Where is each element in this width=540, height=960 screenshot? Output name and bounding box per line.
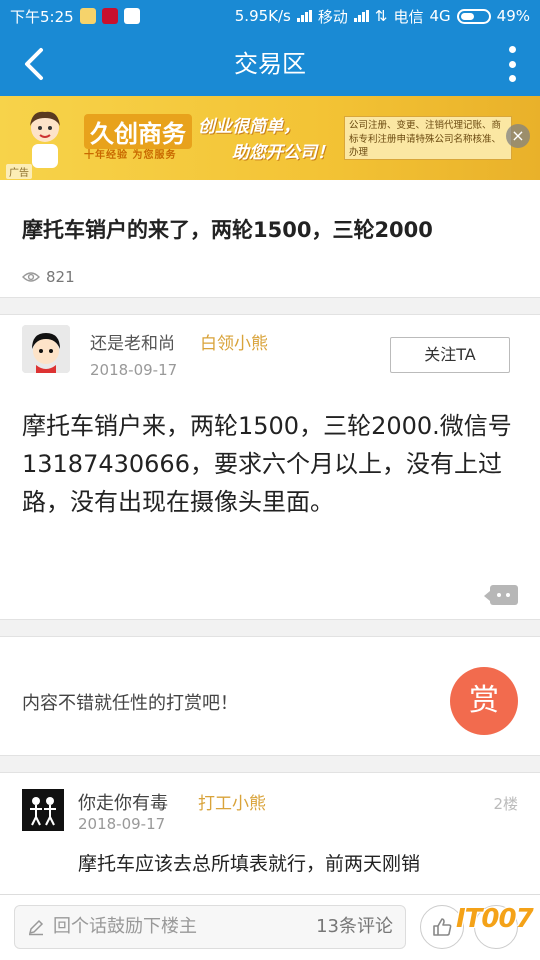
- ad-slogan-line2: 助您开公司！: [232, 143, 334, 163]
- reply-date: 2018-09-17: [78, 815, 166, 833]
- more-dot-icon: [508, 75, 516, 82]
- network-speed: 5.95K/s: [234, 7, 291, 25]
- page-title: 交易区: [234, 50, 306, 78]
- author-name[interactable]: 还是老和尚: [90, 329, 175, 354]
- ad-brand-subtitle: 十年经验 为您服务: [84, 150, 177, 161]
- battery-percent: 49%: [496, 7, 530, 25]
- pencil-icon: [28, 919, 44, 936]
- follow-button[interactable]: 关注TA: [390, 337, 510, 373]
- comment-count[interactable]: 13条评论: [316, 906, 393, 948]
- ad-info-text: 公司注册、变更、注销代理记账、商标专利注册申请特殊公司名称核准、办理: [344, 116, 512, 160]
- ad-slogan-line1: 创业很简单，: [198, 117, 300, 137]
- view-count: 821: [22, 268, 75, 286]
- battery-fill: [460, 12, 474, 20]
- ad-mascot-image: [30, 111, 60, 168]
- shield-app-icon: [123, 8, 140, 24]
- eye-icon: [22, 272, 40, 282]
- post-body: 摩托车销户来，两轮1500，三轮2000.微信号13187430666，要求六个…: [22, 412, 512, 516]
- signal-icon: [296, 10, 312, 22]
- post-date: 2018-09-17: [90, 361, 178, 379]
- reply-floor-number: 2楼: [493, 795, 518, 813]
- reply-author-name[interactable]: 你走你有毒: [78, 789, 168, 815]
- status-time: 下午5:25: [10, 7, 74, 26]
- ad-brand: 久创商务: [84, 114, 192, 149]
- signal-icon: [353, 10, 369, 22]
- post-title: 摩托车销户的来了，两轮1500，三轮2000: [22, 218, 433, 242]
- reply-item: 你走你有毒 打工小熊 2楼 2018-09-17 摩托车应该去总所填表就行，前两…: [0, 772, 540, 902]
- avatar-cartoon-icon: [22, 325, 70, 373]
- view-count-value: 821: [46, 268, 75, 286]
- reward-card: 内容不错就任性的打赏吧！ 赏: [0, 636, 540, 756]
- status-bar: 下午5:25 5.95K/s 移动 ⇅ 电信 4G 49%: [0, 0, 540, 32]
- ad-label: 广告: [6, 164, 32, 179]
- ad-close-button[interactable]: ×: [506, 124, 530, 148]
- ad-slogan: 创业很简单， 助您开公司！: [198, 114, 334, 166]
- more-dot-icon: [508, 60, 516, 68]
- notification-app-icon: [79, 8, 96, 24]
- author-avatar[interactable]: [22, 325, 70, 373]
- ad-banner[interactable]: 久创商务 十年经验 为您服务 创业很简单， 助您开公司！ 公司注册、变更、注销代…: [0, 96, 540, 180]
- carrier-1: 移动: [317, 7, 348, 26]
- post-title-card: 摩托车销户的来了，两轮1500，三轮2000 821: [0, 180, 540, 298]
- reward-button[interactable]: 赏: [450, 667, 518, 735]
- author-level-tag: 白领小熊: [200, 334, 268, 354]
- more-dot-icon: [508, 46, 516, 53]
- thumbs-up-icon: [433, 918, 452, 936]
- reward-prompt: 内容不错就任性的打赏吧！: [22, 693, 238, 714]
- carrier-2: 电信: [393, 7, 424, 26]
- nav-bar: 交易区: [0, 32, 540, 96]
- comment-bubble-icon[interactable]: [484, 585, 518, 605]
- watermark-logo: IT007: [456, 904, 534, 934]
- reply-body: 摩托车应该去总所填表就行，前两天刚销: [78, 853, 421, 875]
- reply-input-placeholder: 回个话鼓励下楼主: [53, 916, 197, 937]
- data-transfer-icon: ⇅: [374, 7, 388, 25]
- reply-author-tag: 打工小熊: [198, 794, 266, 814]
- more-menu-button[interactable]: [502, 44, 522, 84]
- avatar-figures-icon: [22, 789, 64, 831]
- reply-avatar[interactable]: [22, 789, 64, 831]
- reply-input[interactable]: 回个话鼓励下楼主 13条评论: [14, 905, 406, 949]
- battery-icon: [456, 8, 491, 24]
- weibo-icon: [101, 8, 118, 24]
- post-content-card: 还是老和尚 白领小熊 2018-09-17 关注TA 摩托车销户来，两轮1500…: [0, 314, 540, 620]
- network-type: 4G: [429, 7, 451, 25]
